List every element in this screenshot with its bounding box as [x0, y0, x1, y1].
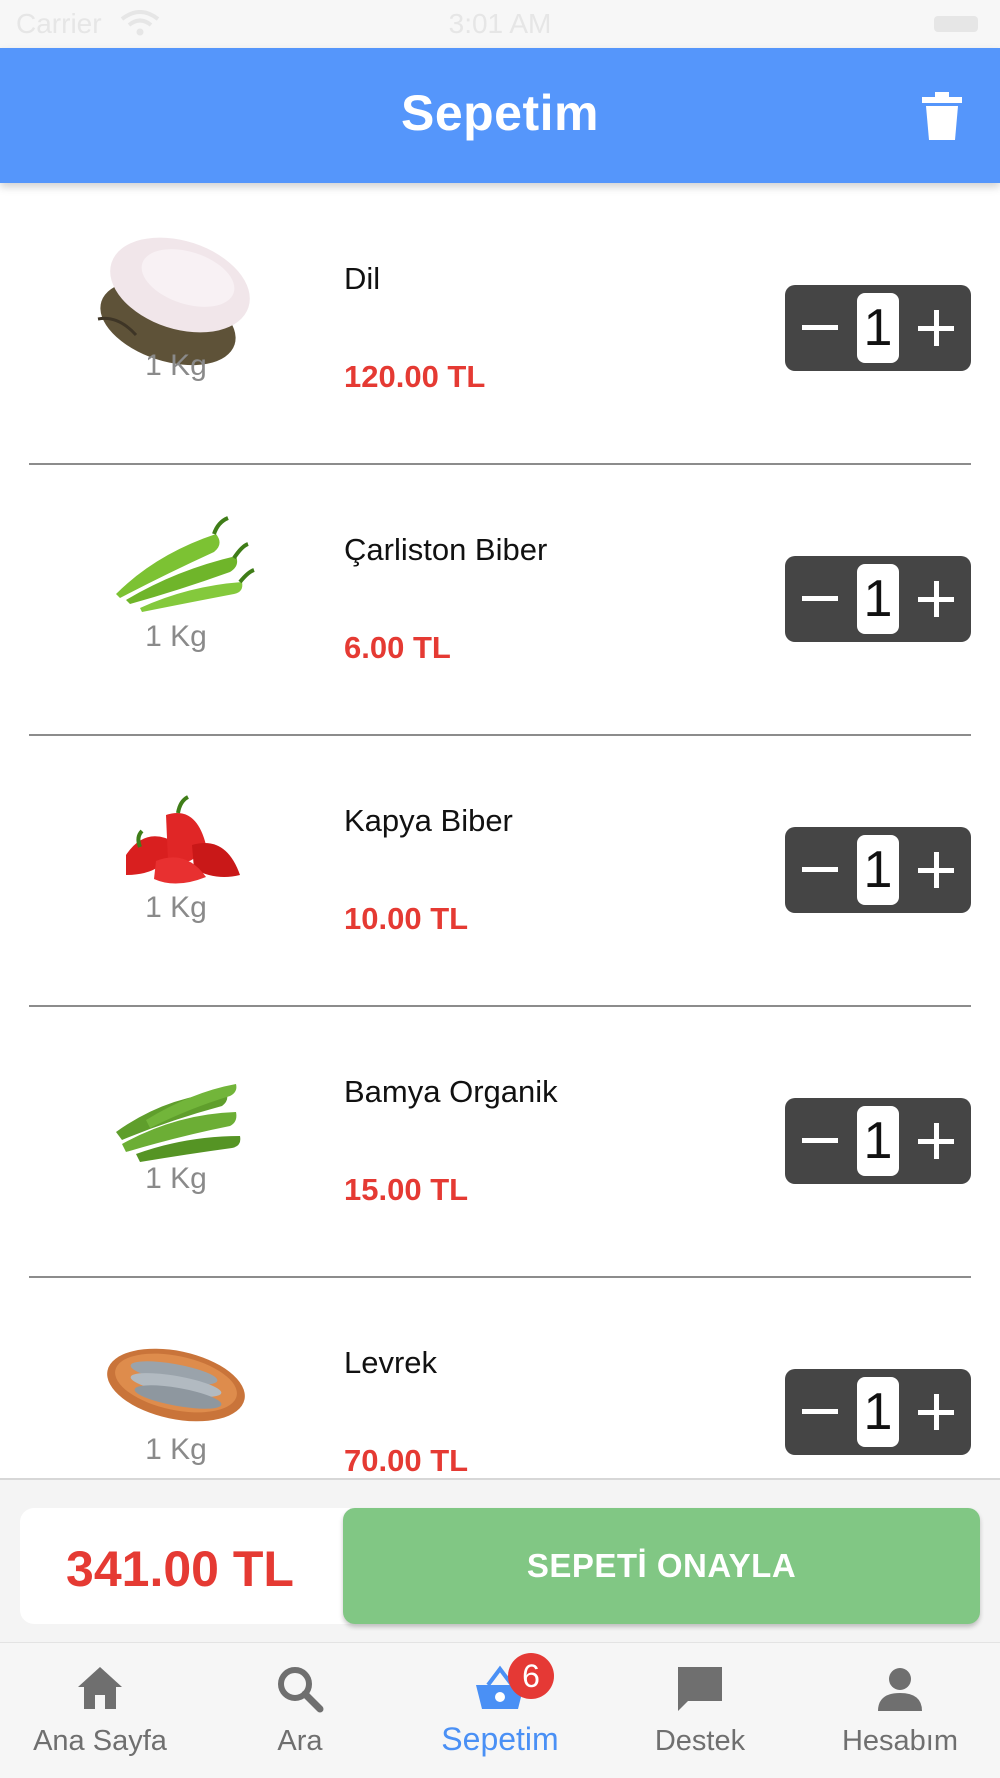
unit-label: 1 Kg — [145, 1433, 207, 1466]
quantity-value[interactable]: 1 — [857, 835, 899, 905]
minus-icon — [802, 1138, 838, 1143]
nav-item-search[interactable]: Ara — [200, 1643, 400, 1778]
product-price: 70.00 TL — [344, 1443, 469, 1478]
minus-icon — [802, 1409, 838, 1414]
cart-count-badge: 6 — [508, 1653, 554, 1699]
plus-icon — [918, 852, 954, 888]
minus-icon — [802, 325, 838, 330]
search-icon — [278, 1667, 324, 1713]
bottom-nav: Ana Sayfa Ara 6 Sepetim Destek Hesabım — [0, 1642, 1000, 1778]
nav-label: Hesabım — [841, 1725, 959, 1757]
increase-button[interactable] — [901, 285, 971, 371]
quantity-stepper: 1 — [785, 1369, 971, 1455]
nav-item-home[interactable]: Ana Sayfa — [0, 1643, 200, 1778]
product-name: Bamya Organik — [344, 1074, 558, 1109]
decrease-button[interactable] — [785, 285, 855, 371]
increase-button[interactable] — [901, 556, 971, 642]
decrease-button[interactable] — [785, 556, 855, 642]
quantity-value[interactable]: 1 — [857, 1106, 899, 1176]
person-icon — [878, 1668, 922, 1711]
total-box: 341.00 TL — [20, 1508, 350, 1624]
quantity-value[interactable]: 1 — [857, 564, 899, 634]
nav-item-account[interactable]: Hesabım — [800, 1643, 1000, 1778]
home-icon — [78, 1667, 122, 1709]
cart-item: 1 Kg Kapya Biber 10.00 TL 1 — [0, 725, 1000, 1007]
quantity-stepper: 1 — [785, 827, 971, 913]
increase-button[interactable] — [901, 1369, 971, 1455]
product-name: Levrek — [344, 1345, 438, 1380]
cart-screen: Carrier 3:01 AM Sepetim 1 Kg Dil 120.00 … — [0, 0, 1000, 1778]
checkout-bar: 341.00 TL SEPETİ ONAYLA — [0, 1480, 1000, 1642]
product-name: Kapya Biber — [344, 803, 513, 838]
nav-item-cart[interactable]: 6 Sepetim — [400, 1643, 600, 1778]
status-bar: Carrier 3:01 AM — [0, 0, 1000, 48]
plus-icon — [918, 581, 954, 617]
product-name: Dil — [344, 261, 381, 296]
chat-icon — [678, 1667, 722, 1711]
unit-label: 1 Kg — [145, 1162, 207, 1195]
unit-label: 1 Kg — [145, 620, 207, 653]
cart-list: 1 Kg Dil 120.00 TL 1 1 Kg Çarliston Bibe… — [0, 183, 1000, 1480]
nav-label: Sepetim — [441, 1721, 559, 1757]
clock: 3:01 AM — [448, 8, 552, 39]
page-title: Sepetim — [400, 85, 599, 141]
increase-button[interactable] — [901, 827, 971, 913]
decrease-button[interactable] — [785, 1369, 855, 1455]
nav-label: Ara — [277, 1725, 323, 1757]
quantity-value[interactable]: 1 — [857, 293, 899, 363]
product-price: 10.00 TL — [344, 901, 469, 936]
quantity-stepper: 1 — [785, 285, 971, 371]
quantity-stepper: 1 — [785, 1098, 971, 1184]
product-name: Çarliston Biber — [344, 532, 548, 567]
quantity-value[interactable]: 1 — [857, 1377, 899, 1447]
plus-icon — [918, 310, 954, 346]
minus-icon — [802, 867, 838, 872]
cart-total: 341.00 TL — [66, 1541, 294, 1597]
cart-item: 1 Kg Çarliston Biber 6.00 TL 1 — [0, 454, 1000, 736]
trash-icon[interactable] — [922, 92, 962, 140]
nav-label: Destek — [654, 1725, 746, 1757]
increase-button[interactable] — [901, 1098, 971, 1184]
quantity-stepper: 1 — [785, 556, 971, 642]
battery-icon — [934, 16, 978, 32]
unit-label: 1 Kg — [145, 891, 207, 924]
decrease-button[interactable] — [785, 827, 855, 913]
unit-label: 1 Kg — [145, 349, 207, 382]
app-bar: Sepetim — [0, 48, 1000, 183]
cart-item: 1 Kg Levrek 70.00 TL 1 — [0, 1267, 1000, 1480]
cart-item: 1 Kg Bamya Organik 15.00 TL 1 — [0, 996, 1000, 1278]
nav-item-support[interactable]: Destek — [600, 1643, 800, 1778]
product-price: 120.00 TL — [344, 359, 486, 394]
product-price: 6.00 TL — [344, 630, 451, 665]
plus-icon — [918, 1123, 954, 1159]
minus-icon — [802, 596, 838, 601]
decrease-button[interactable] — [785, 1098, 855, 1184]
product-price: 15.00 TL — [344, 1172, 469, 1207]
confirm-cart-button[interactable]: SEPETİ ONAYLA — [343, 1508, 980, 1624]
plus-icon — [918, 1394, 954, 1430]
nav-label: Ana Sayfa — [33, 1725, 167, 1757]
cart-item: 1 Kg Dil 120.00 TL 1 — [0, 183, 1000, 465]
